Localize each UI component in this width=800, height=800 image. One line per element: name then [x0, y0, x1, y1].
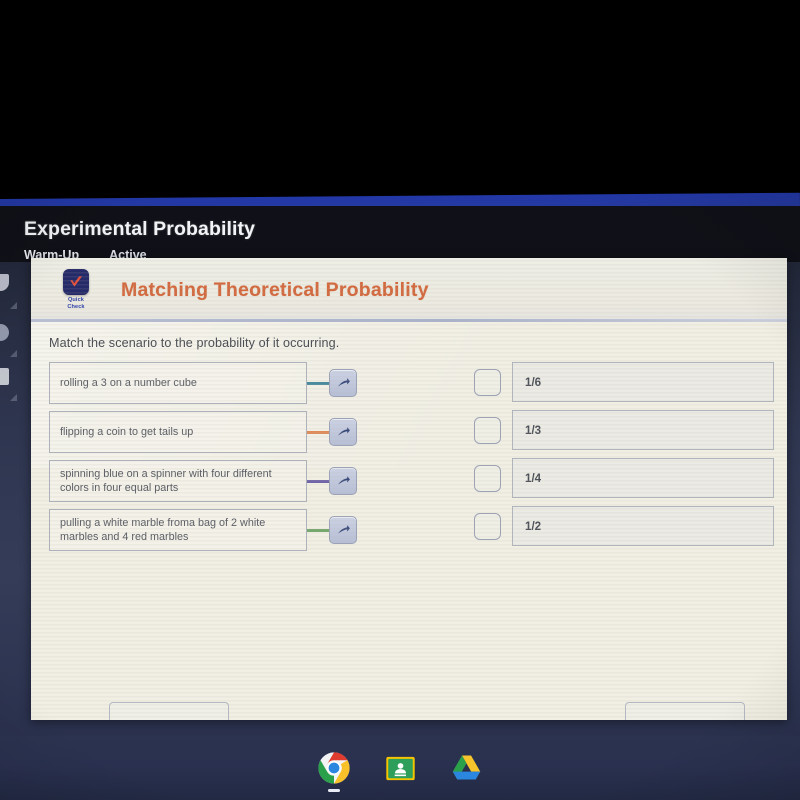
drop-target-checkbox[interactable]	[474, 464, 501, 492]
arrow-up-right-icon[interactable]	[329, 516, 357, 544]
probability-label: 1/4	[525, 471, 542, 485]
drop-target-checkbox[interactable]	[474, 368, 501, 396]
arrow-up-right-icon[interactable]	[329, 467, 357, 495]
matching-activity: rolling a 3 on a number cube flipping a …	[49, 362, 774, 558]
connector-line	[307, 479, 329, 483]
scenario-label: flipping a coin to get tails up	[60, 426, 194, 438]
scenario-label: rolling a 3 on a number cube	[60, 377, 197, 389]
scenario-text-box[interactable]: rolling a 3 on a number cube	[49, 362, 307, 404]
page-header: Experimental Probability Warm-Up Active	[24, 218, 444, 262]
scenario-text-box[interactable]: pulling a white marble froma bag of 2 wh…	[49, 509, 307, 551]
quick-check-badge: Quick Check	[53, 269, 99, 311]
instruction-text: Match the scenario to the probability of…	[49, 336, 340, 350]
card-body: Match the scenario to the probability of…	[31, 322, 787, 558]
probability-column: 1/6 1/3 1/4 1/2	[474, 362, 774, 554]
quick-check-label-line2: Check	[67, 304, 85, 310]
scenario-row: pulling a white marble froma bag of 2 wh…	[49, 509, 359, 551]
drop-target-checkbox[interactable]	[474, 512, 501, 540]
connector-line	[307, 528, 329, 532]
chromeos-shelf	[0, 736, 800, 800]
probability-row: 1/3	[474, 410, 774, 450]
page-title: Experimental Probability	[24, 218, 256, 240]
refresh-icon[interactable]	[0, 324, 9, 341]
scenario-row: spinning blue on a spinner with four dif…	[49, 460, 359, 502]
back-icon[interactable]	[0, 274, 9, 291]
probability-row: 1/4	[474, 458, 774, 498]
google-classroom-icon[interactable]	[383, 751, 417, 785]
probability-value-box[interactable]: 1/6	[512, 362, 774, 402]
arrow-up-right-icon[interactable]	[329, 418, 357, 446]
scenario-column: rolling a 3 on a number cube flipping a …	[49, 362, 359, 558]
quick-check-label: Quick Check	[67, 297, 84, 311]
card-footer	[31, 702, 787, 720]
google-drive-icon[interactable]	[449, 751, 483, 785]
arrow-up-right-icon[interactable]	[329, 369, 357, 397]
footer-button-right[interactable]	[625, 702, 745, 720]
drop-target-checkbox[interactable]	[474, 416, 501, 444]
connector-line	[307, 381, 329, 385]
scenario-text-box[interactable]: flipping a coin to get tails up	[49, 411, 307, 453]
connector-line	[307, 430, 329, 434]
rail-divider	[10, 350, 17, 357]
rail-divider	[10, 394, 17, 401]
scenario-row: rolling a 3 on a number cube	[49, 362, 359, 404]
check-mark-icon	[63, 269, 89, 295]
card-title: Matching Theoretical Probability	[121, 278, 429, 301]
scenario-row: flipping a coin to get tails up	[49, 411, 359, 453]
browser-left-rail	[0, 262, 24, 742]
photographed-screen: Experimental Probability Warm-Up Active …	[0, 0, 800, 800]
probability-label: 1/3	[525, 423, 542, 437]
scenario-label: spinning blue on a spinner with four dif…	[60, 468, 272, 494]
scenario-text-box[interactable]: spinning blue on a spinner with four dif…	[49, 460, 307, 502]
scenario-label: pulling a white marble froma bag of 2 wh…	[60, 517, 266, 543]
probability-row: 1/2	[474, 506, 774, 546]
probability-row: 1/6	[474, 362, 774, 402]
rail-divider	[10, 302, 17, 309]
probability-value-box[interactable]: 1/3	[512, 410, 774, 450]
bookmark-icon[interactable]	[0, 368, 9, 385]
quick-check-label-line1: Quick	[67, 297, 85, 303]
probability-label: 1/6	[525, 375, 542, 389]
probability-value-box[interactable]: 1/4	[512, 458, 774, 498]
lesson-card: Quick Check Matching Theoretical Probabi…	[31, 258, 787, 720]
chrome-active-indicator	[328, 789, 340, 792]
chrome-icon[interactable]	[317, 751, 351, 792]
probability-label: 1/2	[525, 519, 542, 533]
card-header: Quick Check Matching Theoretical Probabi…	[31, 258, 787, 322]
chromebook-desktop: Experimental Probability Warm-Up Active …	[0, 206, 800, 800]
probability-value-box[interactable]: 1/2	[512, 506, 774, 546]
footer-button-left[interactable]	[109, 702, 229, 720]
